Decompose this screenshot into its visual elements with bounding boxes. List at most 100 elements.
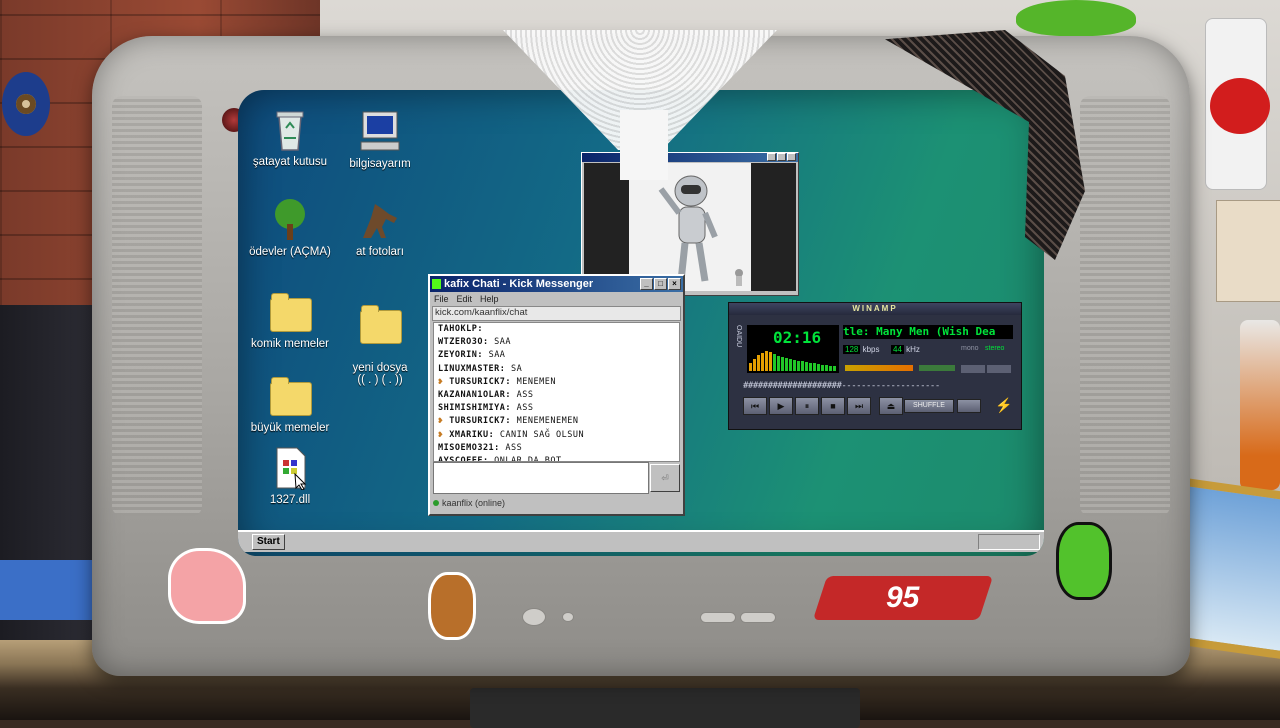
messenger-titlebar[interactable]: kafix Chati - Kick Messenger _ □ × bbox=[430, 276, 683, 292]
chat-username[interactable]: MISOEMO321: bbox=[438, 443, 500, 453]
chat-text: MENEMEN bbox=[511, 376, 556, 387]
close-icon[interactable]: × bbox=[668, 278, 681, 290]
chat-username[interactable]: XMARIKU: bbox=[449, 430, 494, 440]
chat-text: ASS bbox=[499, 442, 523, 453]
spectrum-bar bbox=[785, 358, 788, 371]
chat-username[interactable]: TURSURICK7: bbox=[449, 416, 511, 426]
minimize-icon[interactable] bbox=[767, 153, 776, 161]
chat-message: LINUXMASTER: SA bbox=[434, 363, 679, 376]
spectrum-bar bbox=[813, 363, 816, 371]
chat-text: MENEMENEMEN bbox=[511, 416, 579, 427]
chat-message: ❥ TURSURICK7: MENEMEN bbox=[434, 376, 679, 389]
chat-text: SAA bbox=[488, 337, 512, 348]
console-stand bbox=[0, 560, 98, 620]
spectrum-bar bbox=[777, 356, 780, 371]
eject-icon[interactable]: ⏏ bbox=[879, 397, 903, 415]
kick-messenger-window[interactable]: kafix Chati - Kick Messenger _ □ × File … bbox=[428, 274, 685, 516]
desktop-icon-dll-file[interactable]: 1327.dll bbox=[240, 446, 340, 506]
spectrum-bar bbox=[749, 363, 752, 371]
horse-icon bbox=[357, 198, 403, 242]
tv-indicator bbox=[562, 612, 574, 622]
volume-slider[interactable] bbox=[845, 365, 913, 371]
spectrum-bar bbox=[833, 366, 836, 371]
status-text: kaanflix (online) bbox=[442, 498, 506, 508]
chat-text: CANIN SAĞ OLSUN bbox=[494, 429, 585, 440]
spectrum-bar bbox=[797, 361, 800, 371]
desktop-icon-label: yeni dosya (( . ) ( . )) bbox=[352, 362, 408, 386]
video-window-titlebar[interactable] bbox=[582, 153, 798, 162]
url-text: kick.com/kaanflix/chat bbox=[435, 307, 528, 318]
desktop-icon-label: bilgisayarım bbox=[349, 158, 411, 170]
folder-icon bbox=[267, 374, 313, 418]
menu-file[interactable]: File bbox=[434, 292, 449, 306]
eq-toggle-button[interactable] bbox=[961, 365, 985, 373]
start-button[interactable]: Start bbox=[252, 534, 285, 550]
menu-help[interactable]: Help bbox=[480, 292, 499, 306]
desktop-icon-homework[interactable]: ödevler (AÇMA) bbox=[240, 198, 340, 258]
spectrum-bar bbox=[781, 357, 784, 371]
stop-icon[interactable]: ■ bbox=[821, 397, 845, 415]
user-badge-icon: ❥ bbox=[438, 376, 450, 387]
url-bar[interactable]: kick.com/kaanflix/chat bbox=[432, 306, 681, 321]
chat-username[interactable]: ZEYORIN: bbox=[438, 350, 483, 360]
spectrum-bar bbox=[805, 362, 808, 371]
sticker-95-text: 95 bbox=[886, 581, 920, 614]
tv-power-button[interactable] bbox=[522, 608, 546, 626]
close-icon[interactable] bbox=[787, 153, 796, 161]
chat-username[interactable]: WTZERO3O: bbox=[438, 337, 489, 347]
winamp-titlebar[interactable]: WINAMP bbox=[729, 303, 1021, 315]
desktop-icon-recycle-bin[interactable]: şatayat kutusu bbox=[240, 108, 340, 168]
tv-speaker-right bbox=[1080, 96, 1170, 516]
chat-message: TAHOKLP: bbox=[434, 323, 679, 336]
chat-username[interactable]: LINUXMASTER: bbox=[438, 364, 505, 374]
folder-icon bbox=[357, 302, 403, 346]
playlist-toggle-button[interactable] bbox=[987, 365, 1011, 373]
desktop-icon-new-folder[interactable]: yeni dosya (( . ) ( . )) bbox=[330, 290, 430, 386]
pause-icon[interactable]: ⏸ bbox=[795, 397, 819, 415]
windows-95-sticker: 95 bbox=[812, 576, 994, 620]
desktop-icon-label: 1327.dll bbox=[269, 494, 311, 506]
chat-username[interactable]: TAHOKLP: bbox=[438, 324, 483, 334]
menu-edit[interactable]: Edit bbox=[457, 292, 473, 306]
spectrum-bar bbox=[817, 364, 820, 371]
winamp-track-title: tle: Many Men (Wish Dea bbox=[843, 325, 1013, 339]
video-player[interactable] bbox=[584, 163, 796, 291]
chat-message: ❥ XMARIKU: CANIN SAĞ OLSUN bbox=[434, 429, 679, 442]
spectrum-bar bbox=[801, 361, 804, 371]
chat-username[interactable]: TURSURICK7: bbox=[449, 377, 511, 387]
chat-username[interactable]: SHIMISHIMIYA: bbox=[438, 403, 511, 413]
desktop-icon-my-computer[interactable]: bilgisayarım bbox=[330, 110, 430, 170]
menubar: File Edit Help bbox=[430, 292, 683, 306]
winamp-display: 02:16 bbox=[747, 325, 839, 373]
cartoon-sticker bbox=[428, 572, 476, 640]
user-badge-icon: ❥ bbox=[438, 416, 450, 427]
taskbar-clock[interactable] bbox=[978, 534, 1040, 550]
chat-input[interactable] bbox=[433, 462, 649, 494]
next-icon[interactable]: ⏭ bbox=[847, 397, 871, 415]
user-badge-icon: ❥ bbox=[438, 429, 450, 440]
play-icon[interactable]: ▶ bbox=[769, 397, 793, 415]
winamp-mono: mono bbox=[961, 345, 979, 352]
tv-button-1[interactable] bbox=[700, 612, 736, 623]
tv-button-2[interactable] bbox=[740, 612, 776, 623]
seek-bar[interactable]: ####################-------------------- bbox=[743, 381, 1013, 391]
winamp-window[interactable]: WINAMP OAIDU 02:16 tle: Many Men (Wish D… bbox=[728, 302, 1022, 430]
desktop-icon-big-memes[interactable]: büyük memeler bbox=[240, 374, 340, 434]
folder-icon bbox=[267, 290, 313, 334]
chat-username[interactable]: KAZANAN1OLAR: bbox=[438, 390, 511, 400]
chat-log[interactable]: TAHOKLP: WTZERO3O: SAA ZEYORIN: SAA LINUXM… bbox=[433, 322, 680, 462]
shuffle-button[interactable]: SHUFFLE bbox=[904, 399, 954, 413]
spectrum-bar bbox=[761, 353, 764, 371]
maximize-icon[interactable]: □ bbox=[654, 278, 667, 290]
desktop-icon-horse-photos[interactable]: at fotoları bbox=[330, 198, 430, 258]
recycle-bin-icon bbox=[267, 108, 313, 152]
spectrum-bar bbox=[753, 359, 756, 371]
balance-slider[interactable] bbox=[919, 365, 955, 371]
previous-icon[interactable]: ⏮ bbox=[743, 397, 767, 415]
minimize-icon[interactable]: _ bbox=[640, 278, 653, 290]
desktop-icon-funny-memes[interactable]: komik memeler bbox=[240, 290, 340, 350]
send-button[interactable]: ⏎ bbox=[650, 464, 680, 492]
repeat-button[interactable] bbox=[957, 399, 981, 413]
spectrum-bar bbox=[809, 363, 812, 371]
maximize-icon[interactable] bbox=[777, 153, 786, 161]
